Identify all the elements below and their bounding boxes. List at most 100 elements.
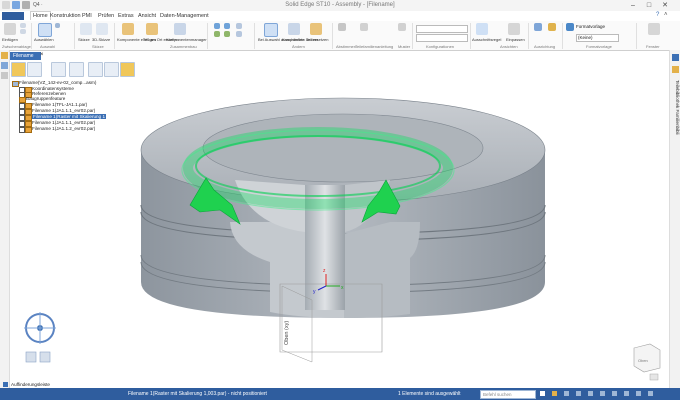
chevron-up-icon[interactable]: ˄: [664, 12, 668, 18]
group-pattern: Muster: [398, 44, 411, 49]
close-button[interactable]: ✕: [658, 1, 672, 10]
command-search-input[interactable]: Befehl suchen: [480, 390, 536, 399]
tab-daten-management[interactable]: Daten-Management: [158, 12, 211, 20]
tree-collapse-icon[interactable]: [51, 62, 66, 77]
pathfinder-icon[interactable]: [1, 52, 8, 59]
view-orientation-icon[interactable]: [534, 23, 542, 31]
group-divider: [207, 23, 208, 49]
close-tab-icon[interactable]: ×: [40, 52, 44, 58]
mirror-icon[interactable]: [236, 31, 242, 37]
group-divider: [412, 23, 413, 49]
view-style-icon[interactable]: [612, 391, 617, 396]
shading-icon[interactable]: [548, 23, 556, 31]
group-window: Fenster: [646, 44, 660, 49]
tab-konstruktion[interactable]: Konstruktion: [48, 12, 83, 20]
left-icon-strip: [0, 50, 10, 388]
tree-show-icon[interactable]: [88, 62, 103, 77]
fit-label: Einpassen: [506, 37, 525, 42]
group-divider: [114, 23, 115, 49]
zoom-icon[interactable]: [564, 391, 569, 396]
tree-select-icon[interactable]: [69, 62, 84, 77]
insert-component-button[interactable]: [122, 23, 134, 35]
style-dropdown[interactable]: (Keine): [576, 34, 619, 42]
configuration-dropdown[interactable]: [416, 25, 468, 33]
library-tab-label[interactable]: Teilebibliothek Familienbibli: [671, 80, 680, 200]
tab-ansicht[interactable]: Ansicht: [136, 12, 158, 20]
style-icon[interactable]: [566, 23, 574, 31]
move-icon[interactable]: [214, 23, 220, 29]
group-divider: [470, 23, 471, 49]
group-orientation: Ausrichtung: [534, 44, 556, 49]
status-icon[interactable]: [552, 391, 557, 396]
pattern-group-icon[interactable]: [398, 23, 406, 31]
application-button[interactable]: [2, 12, 24, 20]
view-orient-button[interactable]: [25, 351, 37, 363]
3d-viewport[interactable]: Oben (xy) z x y Oben: [10, 76, 668, 382]
group-divider: [74, 23, 75, 49]
3d-sketch-label: 3D-Skizze: [92, 37, 111, 42]
minimize-button[interactable]: –: [626, 1, 640, 10]
3d-sketch-button[interactable]: [96, 23, 108, 35]
fit-view-icon[interactable]: [600, 391, 605, 396]
find-bar-label: Auffinderungsleiste: [11, 382, 50, 387]
cut-button[interactable]: [20, 23, 26, 28]
fit-button[interactable]: [508, 23, 520, 35]
tree-filter-icon[interactable]: [11, 62, 26, 77]
exclude-on-select-button[interactable]: [264, 23, 278, 37]
pattern-icon[interactable]: [236, 23, 242, 29]
component-manager-button[interactable]: [174, 23, 186, 35]
family-icon[interactable]: [360, 23, 368, 31]
tab-extras[interactable]: Extras: [116, 12, 136, 20]
window-button[interactable]: [648, 23, 660, 35]
search-icon[interactable]: [540, 391, 545, 396]
maximize-button[interactable]: □: [642, 1, 656, 10]
tree-hide-icon[interactable]: [104, 62, 119, 77]
right-icon-strip: Teilebibliothek Familienbibli: [669, 50, 680, 388]
view-home-button[interactable]: [39, 351, 51, 363]
display-icon[interactable]: [624, 391, 629, 396]
paste-button[interactable]: [4, 23, 16, 35]
section-rule-label: Ausschnittsregel: [472, 37, 502, 42]
pan-icon[interactable]: [576, 391, 581, 396]
copy-button[interactable]: [20, 29, 26, 34]
tab-pruefen[interactable]: Prüfen: [96, 12, 116, 20]
group-family: Teilefamilienanleitung: [355, 44, 394, 49]
library-icon[interactable]: [672, 54, 679, 61]
select-button[interactable]: [38, 23, 52, 37]
group-divider: [332, 23, 333, 49]
ribbon: Einfügen Zwischenablage Auswählen Auswah…: [0, 21, 680, 51]
component-manager-label: Komponentenmanager: [166, 37, 207, 42]
create-in-place-button[interactable]: [146, 23, 158, 35]
help-icon[interactable]: ?: [656, 12, 659, 18]
interference-icon[interactable]: [338, 23, 346, 31]
paste-label: Einfügen: [2, 37, 18, 42]
sketch-button[interactable]: [80, 23, 92, 35]
change-component-button[interactable]: [288, 23, 300, 35]
style-label: Formatvorlage: [576, 24, 606, 29]
section-view-button[interactable]: [476, 23, 488, 35]
tree-options-icon[interactable]: [120, 62, 135, 77]
rotate-icon[interactable]: [224, 23, 230, 29]
section-icon[interactable]: [636, 391, 641, 396]
relate-icon[interactable]: [224, 31, 230, 37]
group-modify: Ändern: [292, 44, 305, 49]
assemble-icon[interactable]: [214, 31, 220, 37]
view-cube-menu[interactable]: [649, 373, 659, 381]
replace-part-button[interactable]: [310, 23, 322, 35]
family-library-icon[interactable]: [672, 66, 679, 73]
document-tab[interactable]: Filename: [10, 52, 41, 60]
group-divider: [636, 23, 637, 49]
layers-icon[interactable]: [1, 62, 8, 69]
group-configurations: Konfigurationen: [426, 44, 455, 49]
group-style: Formatvorlage: [586, 44, 612, 49]
filter-icon[interactable]: [55, 23, 60, 28]
features-icon[interactable]: [1, 72, 8, 79]
find-icon: [3, 382, 8, 387]
tab-pmi[interactable]: PMI: [80, 12, 94, 20]
tree-expand-icon[interactable]: [27, 62, 42, 77]
group-divider: [562, 23, 563, 49]
rotate-view-icon[interactable]: [588, 391, 593, 396]
display-config-dropdown[interactable]: [416, 34, 468, 42]
group-sketch: Skizze: [92, 44, 104, 49]
settings-icon[interactable]: [648, 391, 653, 396]
